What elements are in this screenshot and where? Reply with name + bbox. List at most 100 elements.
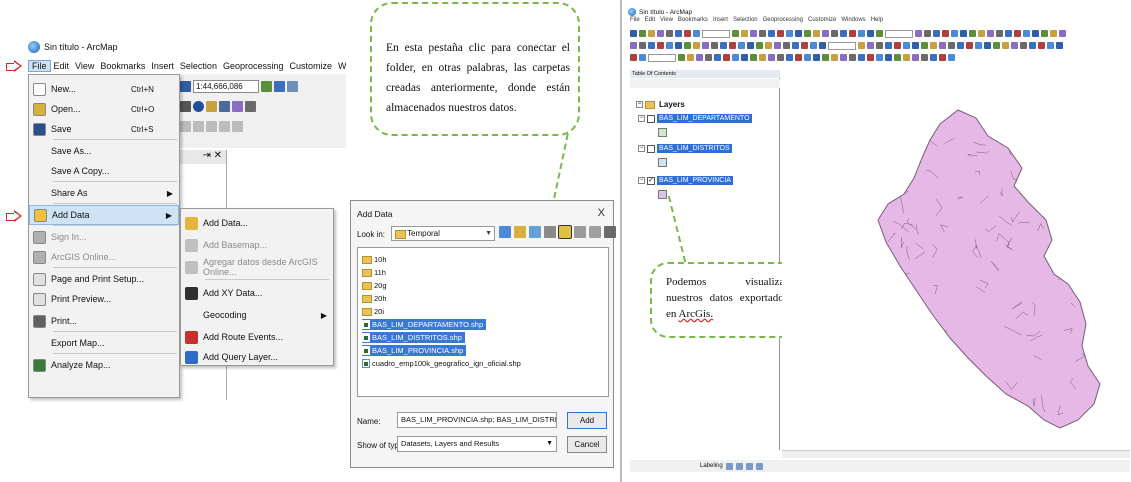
toolbar-tool-icon[interactable]: [741, 54, 748, 61]
toolbar-tool-icon[interactable]: [921, 42, 928, 49]
toolbar-dropdown[interactable]: [648, 53, 676, 62]
folder-item[interactable]: 20g: [362, 280, 387, 291]
toolbar-tool-icon[interactable]: [666, 30, 673, 37]
toolbar-tool-icon[interactable]: [750, 30, 757, 37]
toolbar-tool-icon[interactable]: [1002, 42, 1009, 49]
toolbar-tool-icon[interactable]: [741, 30, 748, 37]
toolbar-tool-icon[interactable]: [792, 42, 799, 49]
toolbar-tool-icon[interactable]: [750, 54, 757, 61]
disconnect-folder-icon[interactable]: [574, 226, 586, 238]
file-menu-item-add-data[interactable]: Add Data ▶: [29, 205, 179, 225]
toolbar-tool-icon[interactable]: [675, 30, 682, 37]
folder-item[interactable]: 11h: [362, 267, 386, 278]
folder-item[interactable]: 20i: [362, 306, 384, 317]
toolbar-tool-icon[interactable]: [933, 30, 940, 37]
toolbar-tool-icon[interactable]: [921, 54, 928, 61]
toolbar-tool-icon[interactable]: [924, 30, 931, 37]
toolbar-tool-icon[interactable]: [939, 42, 946, 49]
toolbar-tool-icon[interactable]: [711, 42, 718, 49]
toolbar-tool-icon[interactable]: [759, 54, 766, 61]
submenu-item-agregar-datos-desde-arcgis-online[interactable]: Agregar datos desde ArcGIS Online...: [181, 257, 333, 277]
toolbar-tool-icon[interactable]: [1029, 42, 1036, 49]
toolbar-tool-icon[interactable]: [777, 30, 784, 37]
toolbar-tool-icon[interactable]: [831, 54, 838, 61]
toolbar-tool-icon[interactable]: [840, 54, 847, 61]
toolbar-tool-icon[interactable]: [777, 54, 784, 61]
menu-geoprocessing[interactable]: Geoprocessing: [220, 61, 287, 71]
submenu-item-add-xy-data[interactable]: Add XY Data...: [181, 283, 333, 303]
hyperlink-icon[interactable]: [232, 100, 243, 112]
toolbar-tool-icon[interactable]: [867, 30, 874, 37]
shapefile-item[interactable]: cuadro_emp100k_geografico_ign_oficial.sh…: [362, 358, 521, 369]
find-icon[interactable]: [206, 100, 217, 112]
file-menu-item-save-as[interactable]: Save As...: [29, 141, 179, 161]
toolbar-tool-icon[interactable]: [639, 30, 646, 37]
toolbar-tool-icon[interactable]: [903, 42, 910, 49]
toolbar-tool-icon[interactable]: [858, 54, 865, 61]
toolbar-tool-icon[interactable]: [1032, 30, 1039, 37]
toolbar-tool-icon[interactable]: [630, 54, 637, 61]
submenu-item-geocoding[interactable]: Geocoding ▶: [181, 305, 333, 325]
toolbar-tool-icon[interactable]: [1041, 30, 1048, 37]
menu-bookmarks[interactable]: Bookmarks: [678, 17, 708, 23]
shapefile-item[interactable]: BAS_LIM_DEPARTAMENTO.shp: [362, 319, 487, 330]
collapse-icon[interactable]: −: [638, 115, 645, 122]
identify-icon[interactable]: [193, 100, 204, 112]
toolbar-tool-icon[interactable]: [684, 42, 691, 49]
menu-file[interactable]: File: [28, 60, 51, 72]
toolbar-tool-icon[interactable]: [903, 54, 910, 61]
layer-bas-lim-departamento[interactable]: − BAS_LIM_DEPARTAMENTO: [638, 114, 752, 123]
folder-item[interactable]: 10h: [362, 254, 387, 265]
toolbar-tool-icon[interactable]: [996, 30, 1003, 37]
add-button[interactable]: Add: [567, 412, 607, 429]
menu-view[interactable]: View: [660, 17, 673, 23]
name-input[interactable]: BAS_LIM_PROVINCIA.shp; BAS_LIM_DISTRITOS…: [397, 412, 557, 428]
home-folder-icon[interactable]: [514, 226, 526, 238]
map-scale-input[interactable]: 1:44,666,086: [193, 79, 259, 93]
toolbar-tool-icon[interactable]: [876, 30, 883, 37]
toolbar-tool-icon[interactable]: [876, 54, 883, 61]
toolbar-tool-icon[interactable]: [993, 42, 1000, 49]
toolbar-tool-icon[interactable]: [768, 54, 775, 61]
dialog-close-button[interactable]: X: [598, 207, 605, 219]
submenu-item-add-data[interactable]: Add Data...: [181, 213, 333, 233]
menu-windows[interactable]: Windows: [841, 17, 865, 23]
toolbar-tool-icon[interactable]: [930, 42, 937, 49]
menu-geoprocessing[interactable]: Geoprocessing: [763, 17, 803, 23]
toolbar-tool-icon[interactable]: [876, 42, 883, 49]
toolbar-tool-icon[interactable]: [804, 30, 811, 37]
toolbar-tool-icon[interactable]: [810, 42, 817, 49]
toolbar-tool-icon[interactable]: [912, 54, 919, 61]
file-menu-item-save[interactable]: Save Ctrl+S: [29, 119, 179, 139]
toolbar-tool-icon[interactable]: [915, 30, 922, 37]
toolbar-tool-icon[interactable]: [747, 42, 754, 49]
draw-line-icon[interactable]: [180, 120, 191, 132]
toolbar-tool-icon[interactable]: [930, 54, 937, 61]
view-unplaced-icon[interactable]: [755, 462, 763, 470]
toolbar-tool-icon[interactable]: [1020, 42, 1027, 49]
draw-rectangle-icon[interactable]: [232, 120, 243, 132]
connect-to-folder-icon[interactable]: [558, 225, 572, 239]
editor-icon[interactable]: [261, 80, 272, 92]
menu-bookmarks[interactable]: Bookmarks: [97, 61, 148, 71]
toolbar-tool-icon[interactable]: [975, 42, 982, 49]
toolbar-tool-icon[interactable]: [774, 42, 781, 49]
toolbar-tool-icon[interactable]: [1059, 30, 1066, 37]
file-menu-item-share-as[interactable]: Share As ▶: [29, 183, 179, 203]
toolbar-tool-icon[interactable]: [804, 54, 811, 61]
show-of-type-select[interactable]: Datasets, Layers and Results ▼: [397, 436, 557, 452]
toolbar-tool-icon[interactable]: [1047, 42, 1054, 49]
file-menu-item-analyze-map[interactable]: Analyze Map...: [29, 355, 179, 375]
menu-customize[interactable]: Customize: [287, 61, 336, 71]
toolbar-tool-icon[interactable]: [720, 42, 727, 49]
html-popup-icon[interactable]: [245, 100, 256, 112]
options-icon[interactable]: [604, 226, 616, 238]
dock-window-close-icon[interactable]: ⇥ ✕: [178, 150, 226, 164]
lock-labels-icon[interactable]: [745, 462, 753, 470]
look-in-dropdown[interactable]: Temporal ▼: [391, 226, 495, 241]
toolbar-tool-icon[interactable]: [657, 30, 664, 37]
toolbar-tool-icon[interactable]: [885, 42, 892, 49]
toolbar-tool-icon[interactable]: [696, 54, 703, 61]
submenu-item-add-basemap[interactable]: Add Basemap...: [181, 235, 333, 255]
file-menu-item-new[interactable]: New... Ctrl+N: [29, 79, 179, 99]
